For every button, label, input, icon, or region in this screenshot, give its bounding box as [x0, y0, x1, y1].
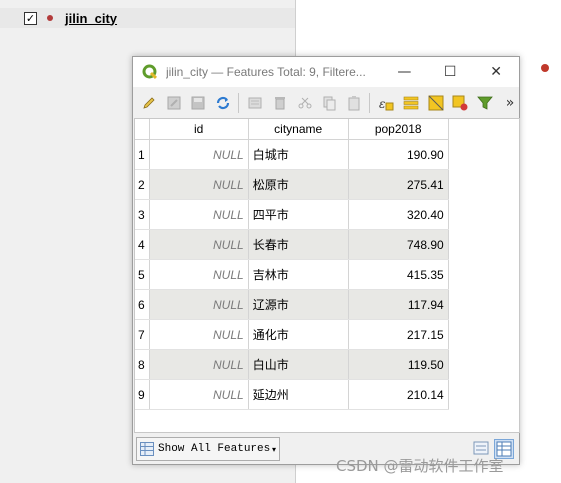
table-row[interactable]: 7 NULL 通化市 217.15: [135, 319, 449, 350]
cell-cityname[interactable]: 辽源市: [248, 289, 349, 320]
select-all-icon[interactable]: [402, 94, 420, 112]
header-row: id cityname pop2018: [135, 119, 449, 140]
attribute-table-window: jilin_city — Features Total: 9, Filtere.…: [132, 56, 520, 465]
corner-cell[interactable]: [135, 119, 150, 140]
deselect-icon[interactable]: [452, 94, 470, 112]
multi-edit-icon[interactable]: [165, 94, 183, 112]
svg-text:ε: ε: [379, 97, 385, 111]
map-point-feature: [541, 64, 549, 72]
invert-selection-icon[interactable]: [427, 94, 445, 112]
table-row[interactable]: 6 NULL 辽源市 117.94: [135, 289, 449, 320]
row-number[interactable]: 3: [135, 199, 150, 230]
toolbar-separator: [238, 92, 240, 113]
add-feature-icon[interactable]: [246, 94, 264, 112]
cell-cityname[interactable]: 长春市: [248, 229, 349, 260]
save-icon[interactable]: [190, 94, 208, 112]
table-row[interactable]: 2 NULL 松原市 275.41: [135, 169, 449, 200]
filter-icon[interactable]: [476, 94, 494, 112]
cell-cityname[interactable]: 通化市: [248, 319, 349, 350]
cell-pop2018[interactable]: 190.90: [348, 139, 449, 170]
cell-id[interactable]: NULL: [149, 199, 249, 230]
toolbar-overflow-button[interactable]: »: [501, 94, 519, 112]
column-header-cityname[interactable]: cityname: [248, 119, 349, 140]
table-icon: [140, 442, 154, 456]
show-features-label: Show All Features: [158, 443, 271, 455]
minimize-button[interactable]: —: [381, 57, 427, 87]
attribute-table[interactable]: id cityname pop2018 1 NULL 白城市 190.90 2 …: [134, 118, 520, 433]
cell-cityname[interactable]: 吉林市: [248, 259, 349, 290]
table-row[interactable]: 8 NULL 白山市 119.50: [135, 349, 449, 380]
show-features-dropdown[interactable]: Show All Features ▾: [136, 437, 280, 461]
cell-pop2018[interactable]: 415.35: [348, 259, 449, 290]
chevron-down-icon: ▾: [271, 444, 276, 454]
column-header-id[interactable]: id: [149, 119, 249, 140]
delete-icon[interactable]: [271, 94, 289, 112]
cell-id[interactable]: NULL: [149, 139, 249, 170]
window-titlebar[interactable]: jilin_city — Features Total: 9, Filtere.…: [133, 57, 519, 87]
close-button[interactable]: ✕: [473, 57, 519, 87]
cell-cityname[interactable]: 白山市: [248, 349, 349, 380]
cell-cityname[interactable]: 延边州: [248, 379, 349, 410]
layer-name[interactable]: jilin_city: [65, 11, 117, 26]
copy-icon[interactable]: [321, 94, 339, 112]
form-view-icon: [473, 441, 489, 455]
table-row[interactable]: 4 NULL 长春市 748.90: [135, 229, 449, 260]
row-number[interactable]: 5: [135, 259, 150, 290]
table-row[interactable]: 3 NULL 四平市 320.40: [135, 199, 449, 230]
row-number[interactable]: 2: [135, 169, 150, 200]
window-title: jilin_city — Features Total: 9, Filtere.…: [165, 65, 366, 79]
pencil-icon[interactable]: [140, 94, 158, 112]
row-number[interactable]: 1: [135, 139, 150, 170]
cell-id[interactable]: NULL: [149, 259, 249, 290]
expression-select-icon[interactable]: ε: [377, 94, 395, 112]
cell-id[interactable]: NULL: [149, 379, 249, 410]
table-row[interactable]: 1 NULL 白城市 190.90: [135, 139, 449, 170]
attribute-toolbar: ε »: [133, 87, 519, 118]
column-header-pop2018[interactable]: pop2018: [348, 119, 449, 140]
cell-id[interactable]: NULL: [149, 289, 249, 320]
row-number[interactable]: 9: [135, 379, 150, 410]
cell-id[interactable]: NULL: [149, 349, 249, 380]
layer-row-jilin-city[interactable]: ✓ jilin_city: [0, 8, 295, 28]
cell-id[interactable]: NULL: [149, 319, 249, 350]
cell-id[interactable]: NULL: [149, 229, 249, 260]
cell-cityname[interactable]: 四平市: [248, 199, 349, 230]
watermark-text: CSDN @雷动软件工作室: [336, 457, 504, 475]
row-number[interactable]: 8: [135, 349, 150, 380]
cell-pop2018[interactable]: 117.94: [348, 289, 449, 320]
point-symbol-icon: [47, 15, 53, 21]
layer-visibility-checkbox[interactable]: ✓: [24, 11, 37, 25]
cell-cityname[interactable]: 白城市: [248, 139, 349, 170]
table-row[interactable]: 5 NULL 吉林市 415.35: [135, 259, 449, 290]
cell-id[interactable]: NULL: [149, 169, 249, 200]
reload-icon[interactable]: [214, 94, 232, 112]
cell-pop2018[interactable]: 275.41: [348, 169, 449, 200]
cell-pop2018[interactable]: 119.50: [348, 349, 449, 380]
qgis-logo-icon: [142, 64, 158, 80]
cell-cityname[interactable]: 松原市: [248, 169, 349, 200]
cell-pop2018[interactable]: 210.14: [348, 379, 449, 410]
cell-pop2018[interactable]: 217.15: [348, 319, 449, 350]
attribute-grid: id cityname pop2018 1 NULL 白城市 190.90 2 …: [135, 119, 449, 410]
cell-pop2018[interactable]: 748.90: [348, 229, 449, 260]
cut-icon[interactable]: [296, 94, 314, 112]
row-number[interactable]: 4: [135, 229, 150, 260]
row-number[interactable]: 6: [135, 289, 150, 320]
paste-icon[interactable]: [345, 94, 363, 112]
row-number[interactable]: 7: [135, 319, 150, 350]
table-row[interactable]: 9 NULL 延边州 210.14: [135, 379, 449, 410]
toolbar-separator: [369, 92, 371, 113]
maximize-button[interactable]: ☐: [427, 57, 473, 87]
cell-pop2018[interactable]: 320.40: [348, 199, 449, 230]
